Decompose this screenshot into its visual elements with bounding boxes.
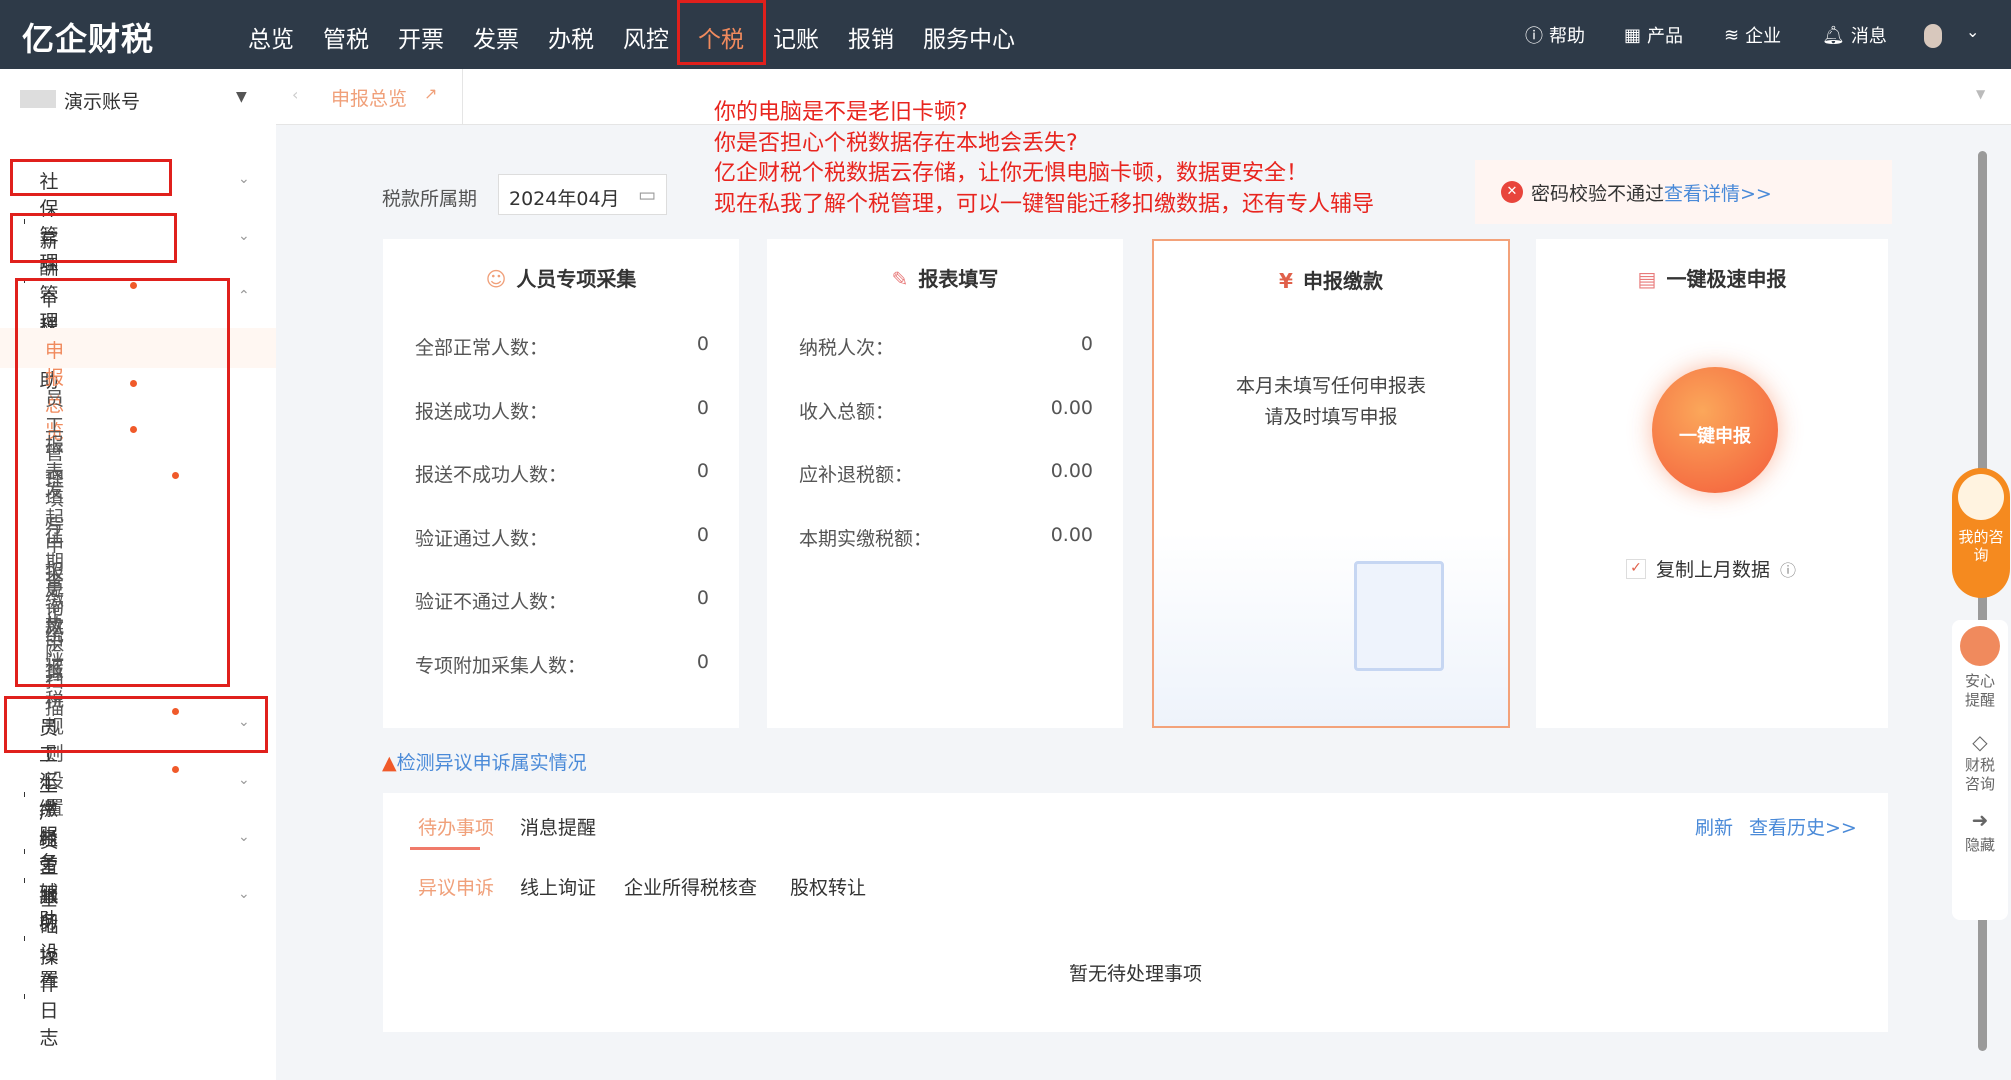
grid-icon: ▦ <box>1624 24 1642 46</box>
annotation-line: 你的电脑是不是老旧卡顿? <box>714 100 968 125</box>
subtab-equity-transfer[interactable]: 股权转让 <box>790 873 866 900</box>
avatar[interactable] <box>1924 24 1942 48</box>
tab-bar: ‹ 申报总览 ↗ ▼ <box>276 69 2011 125</box>
nav-overview[interactable]: 总览 <box>248 20 294 54</box>
account-name[interactable]: 演示账号 <box>64 87 140 114</box>
tab-filing-overview[interactable]: 申报总览 <box>331 84 407 111</box>
messages-button[interactable]: 🔔︎ 消息 <box>1822 22 1887 48</box>
chevron-down-icon: ⌄ <box>238 829 250 845</box>
layers-icon: ≋ <box>1724 24 1740 46</box>
copy-last-month-checkbox[interactable]: ✓ 复制上月数据 ⓘ <box>1626 555 1796 582</box>
annotation-line: 你是否担心个税数据存在本地会丢失? <box>714 131 1078 156</box>
one-click-file-button[interactable]: 一键申报 <box>1652 367 1778 493</box>
edit-icon: ✎ <box>891 267 909 291</box>
nav-service-center[interactable]: 服务中心 <box>923 20 1015 54</box>
help-icon: ⓘ <box>1525 26 1543 47</box>
account-avatar <box>20 90 56 108</box>
nav-tax-manage[interactable]: 管税 <box>323 20 369 54</box>
highlight-box <box>677 0 766 65</box>
chevron-up-icon: ⌃ <box>238 288 250 304</box>
calendar-icon: ▭ <box>638 184 656 206</box>
tax-consult-button[interactable]: 财税咨询 <box>1963 756 1997 794</box>
password-alert: ✕ 密码校验不通过 查看详情>> <box>1475 160 1892 224</box>
nav-invoicing[interactable]: 开票 <box>398 20 444 54</box>
card-quick-filing: ▤ 一键极速申报 一键申报 ✓ 复制上月数据 ⓘ <box>1536 239 1888 728</box>
card-personnel-collection: ☺ 人员专项采集 全部正常人数： 0 报送成功人数： 0 报送不成功人数： 0 验证通过… <box>383 239 739 728</box>
todo-panel: 待办事项 消息提醒 刷新 查看历史>> 异议申诉 线上询证 企业所得税核查 股权… <box>383 793 1888 1032</box>
external-link-icon[interactable]: ↗ <box>424 84 437 103</box>
arrow-right-circle-icon: ➜ <box>1971 808 1989 832</box>
subtab-online-verify[interactable]: 线上询证 <box>520 873 596 900</box>
chevron-down-icon: ⌄ <box>238 772 250 788</box>
highlight-box <box>4 696 268 753</box>
check-appeal-link[interactable]: ▲检测异议申诉属实情况 <box>382 748 587 775</box>
reminder-icon <box>1960 626 2000 666</box>
tab-messages[interactable]: 消息提醒 <box>520 813 596 840</box>
caret-down-icon[interactable]: ▼ <box>236 89 247 105</box>
clipboard-illustration <box>1354 561 1444 671</box>
refresh-link[interactable]: 刷新 <box>1695 813 1733 840</box>
nav-bookkeeping[interactable]: 记账 <box>773 20 819 54</box>
tab-underline <box>410 847 480 850</box>
document-icon: ▤ <box>1637 267 1657 291</box>
view-details-link[interactable]: 查看详情>> <box>1664 179 1772 206</box>
top-bar: 亿企财税 总览 管税 开票 发票 办税 风控 个税 记账 报销 服务中心 ⓘ 帮助… <box>0 0 2011 69</box>
nav-reimburse[interactable]: 报销 <box>848 20 894 54</box>
highlight-box <box>10 159 172 196</box>
period-date-input[interactable]: 2024年04月 ▭ <box>498 174 667 215</box>
empty-message: 暂无待处理事项 <box>1068 963 1202 985</box>
chevron-down-icon: ⌄ <box>238 228 250 244</box>
hide-button[interactable]: 隐藏 <box>1963 834 1997 855</box>
float-toolbar: 安心提醒 ◇ 财税咨询 ➜ 隐藏 <box>1952 620 2008 920</box>
annotation-line: 亿企财税个税数据云存储，让你无惧电脑卡顿，数据更安全！ <box>714 161 1309 186</box>
help-button[interactable]: ⓘ 帮助 <box>1525 22 1585 48</box>
subtab-appeal[interactable]: 异议申诉 <box>418 873 494 900</box>
period-label: 税款所属期 <box>382 188 478 210</box>
person-icon: ☺ <box>485 267 507 291</box>
my-consult-button[interactable]: 我的咨询 <box>1952 468 2010 598</box>
history-link[interactable]: 查看历史>> <box>1749 813 1857 840</box>
logo[interactable]: 亿企财税 <box>22 14 154 60</box>
chevron-down-icon: ⌄ <box>238 171 250 187</box>
headset-icon <box>1958 474 2004 520</box>
chevron-down-icon[interactable]: ⌄ <box>1966 22 1979 41</box>
company-button[interactable]: ≋ 企业 <box>1724 22 1781 48</box>
chevron-down-icon: ⌄ <box>238 886 250 902</box>
subtab-cit-check[interactable]: 企业所得税核查 <box>624 873 757 900</box>
tab-todo[interactable]: 待办事项 <box>418 813 494 840</box>
yuan-icon: ¥ <box>1279 269 1293 293</box>
diamond-icon: ◇ <box>1972 730 1988 754</box>
highlight-box <box>15 278 230 687</box>
reminder-button[interactable]: 安心提醒 <box>1963 672 1997 710</box>
flame-icon: ▲ <box>382 752 397 774</box>
products-button[interactable]: ▦ 产品 <box>1624 22 1683 48</box>
scroll-left-icon[interactable]: ‹ <box>292 85 298 104</box>
annotation-line: 现在私我了解个税管理，可以一键智能迁移扣缴数据，还有专人辅导 <box>714 192 1375 217</box>
help-icon: ⓘ <box>1780 560 1797 580</box>
card-filing-payment[interactable]: ¥ 申报缴款 本月未填写任何申报表 请及时填写申报 <box>1152 239 1510 728</box>
nav-tax-filing[interactable]: 办税 <box>548 20 594 54</box>
nav-invoice[interactable]: 发票 <box>473 20 519 54</box>
sidebar-item-operation-log[interactable]: 操作日志 <box>24 942 62 1050</box>
tab-menu-icon[interactable]: ▼ <box>1976 87 1985 101</box>
bell-icon: 🔔︎ <box>1822 24 1845 46</box>
nav-risk[interactable]: 风控 <box>623 20 669 54</box>
highlight-box <box>10 213 177 263</box>
card-report-fill[interactable]: ✎ 报表填写 纳税人次： 0 收入总额： 0.00 应补退税额： 0.00 本期实缴税额… <box>767 239 1123 728</box>
checkbox-checked-icon: ✓ <box>1626 558 1646 579</box>
error-icon: ✕ <box>1501 181 1523 203</box>
